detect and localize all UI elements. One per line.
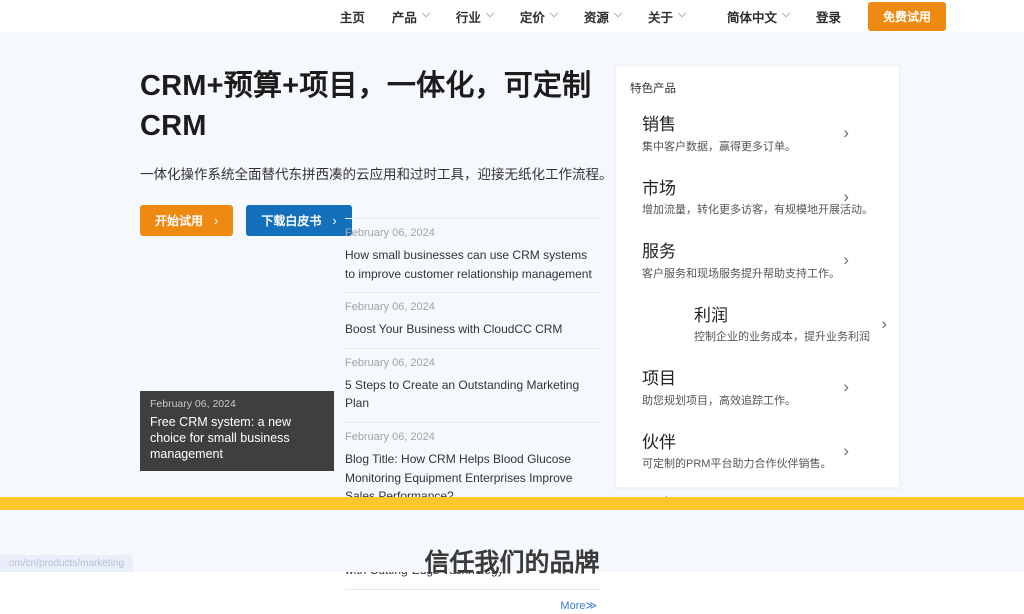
start-trial-label: 开始试用 (155, 214, 204, 229)
language-selector[interactable]: 简体中文 (726, 7, 791, 26)
product-item-project[interactable]: 项目 助您规划项目，高效追踪工作。 › (642, 363, 885, 414)
news-title: 5 Steps to Create an Outstanding Marketi… (345, 377, 580, 411)
chevron-down-icon (485, 8, 495, 18)
featured-article-card[interactable]: February 06, 2024 Free CRM system: a new… (140, 391, 334, 471)
product-title: 服务 (642, 242, 676, 262)
chevron-down-icon (549, 8, 559, 18)
nav-item-home[interactable]: 主页 (340, 7, 365, 26)
nav-item-products[interactable]: 产品 (391, 7, 431, 26)
brands-heading: 信任我们的品牌 (424, 549, 600, 577)
nav-utility: 简体中文 登录 免费试用 (726, 1, 946, 31)
product-item-profit[interactable]: 利润 控制企业的业务成本，提升业务利润 › (694, 300, 887, 351)
chevron-right-icon: › (843, 441, 849, 461)
chevron-down-icon (677, 8, 687, 18)
nav-item-label: 资源 (583, 10, 609, 25)
nav-item-pricing[interactable]: 定价 (519, 7, 559, 26)
product-title: 伙伴 (642, 432, 676, 452)
product-description: 集中客户数据，赢得更多订单。 (642, 140, 796, 153)
product-item-service[interactable]: 服务 客户服务和现场服务提升帮助支持工作。 › (642, 236, 885, 287)
nav-item-label: 行业 (455, 10, 481, 25)
chevron-down-icon (613, 8, 623, 18)
product-item-marketing[interactable]: 市场 增加流量，转化更多访客，有规模地开展活动。 › (642, 173, 885, 224)
arrow-right-icon: › (332, 213, 337, 229)
chevron-right-icon: › (843, 377, 849, 397)
hero-subtitle: 一体化操作系统全面替代东拼西凑的云应用和过时工具，迎接无纸化工作流程。 (140, 167, 613, 183)
download-whitepaper-label: 下载白皮书 (261, 214, 322, 229)
hero-copy: CRM+预算+项目，一体化，可定制 CRM 一体化操作系统全面替代东拼西凑的云应… (140, 66, 632, 237)
hero-section: CRM+预算+项目，一体化，可定制 CRM 一体化操作系统全面替代东拼西凑的云应… (0, 32, 1024, 612)
news-date: February 06, 2024 (345, 301, 435, 314)
top-nav: 主页 产品 行业 定价 资源 关于 简体中文 登录 免费试用 (0, 0, 1024, 32)
news-item[interactable]: February 06, 2024 How small businesses c… (345, 218, 600, 294)
chevron-right-icon: › (843, 186, 849, 206)
product-description: 增加流量，转化更多访客，有规模地开展活动。 (642, 204, 873, 217)
news-title: How small businesses can use CRM systems… (345, 248, 592, 281)
product-description: 助您规划项目，高效追踪工作。 (642, 394, 796, 407)
page-title: CRM+预算+项目，一体化，可定制 CRM (140, 70, 592, 143)
login-link[interactable]: 登录 (816, 7, 841, 26)
brands-section: 信任我们的品牌 (0, 510, 1024, 577)
chevron-down-icon (421, 8, 431, 18)
news-date: February 06, 2024 (345, 227, 435, 239)
featured-article-date: February 06, 2024 (150, 398, 236, 410)
status-url-tooltip: om/cn/products/marketing (0, 555, 134, 572)
nav-item-label: 定价 (519, 10, 545, 25)
product-title: 利润 (694, 305, 728, 325)
news-more-row: More≫ (345, 590, 600, 614)
product-description: 客户服务和现场服务提升帮助支持工作。 (642, 267, 840, 280)
accent-divider-bar (0, 497, 1024, 510)
product-item-sales[interactable]: 销售 集中客户数据，赢得更多订单。 › (642, 109, 885, 160)
news-title: Boost Your Business with CloudCC CRM (345, 322, 563, 337)
download-whitepaper-button[interactable]: 下载白皮书 › (246, 205, 352, 237)
nav-item-resources[interactable]: 资源 (583, 7, 623, 26)
chevron-down-icon (781, 8, 791, 18)
news-date: February 06, 2024 (345, 356, 435, 369)
product-description: 可定制的PRM平台助力合作伙伴销售。 (642, 458, 832, 471)
news-item[interactable]: February 06, 2024 Boost Your Business wi… (345, 293, 600, 349)
nav-item-label: 关于 (647, 10, 673, 25)
more-link[interactable]: More≫ (560, 600, 597, 612)
main-menu: 主页 产品 行业 定价 资源 关于 (340, 7, 687, 26)
nav-item-about[interactable]: 关于 (647, 7, 687, 26)
featured-products-label: 特色产品 (630, 83, 676, 95)
news-date: February 06, 2024 (345, 430, 435, 443)
nav-item-label: 产品 (391, 10, 417, 25)
language-label: 简体中文 (726, 10, 777, 25)
chevron-right-icon: › (843, 123, 849, 143)
product-description: 控制企业的业务成本，提升业务利润 (694, 331, 870, 344)
chevron-right-icon: › (843, 250, 849, 270)
product-item-partner[interactable]: 伙伴 可定制的PRM平台助力合作伙伴销售。 › (642, 427, 885, 478)
news-item[interactable]: February 06, 2024 5 Steps to Create an O… (345, 349, 600, 423)
chevron-right-icon: › (881, 314, 887, 334)
start-trial-button[interactable]: 开始试用 › (140, 205, 234, 237)
featured-products-card: 特色产品 销售 集中客户数据，赢得更多订单。 › 市场 增加流量，转化更多访客，… (615, 65, 900, 534)
nav-item-industries[interactable]: 行业 (455, 7, 495, 26)
product-title: 销售 (642, 115, 676, 134)
free-trial-button[interactable]: 免费试用 (867, 1, 946, 31)
product-title: 项目 (642, 369, 676, 389)
arrow-right-icon: › (214, 213, 219, 229)
product-title: 市场 (642, 178, 676, 198)
featured-article-title: Free CRM system: a new choice for small … (150, 415, 292, 461)
